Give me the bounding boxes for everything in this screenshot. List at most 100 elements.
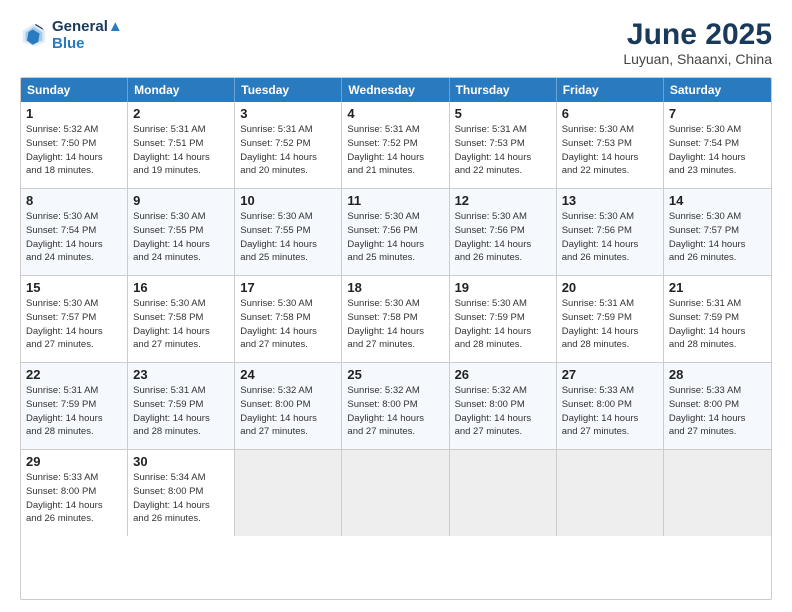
- week-row-5: 29 Sunrise: 5:33 AM Sunset: 8:00 PM Dayli…: [21, 450, 771, 536]
- day-number-5: 5: [455, 106, 551, 121]
- logo: General▲ Blue: [20, 18, 123, 52]
- day-info-22: Sunrise: 5:31 AM Sunset: 7:59 PM Dayligh…: [26, 384, 122, 439]
- logo-icon: [20, 21, 48, 49]
- cal-cell-5-3: [235, 450, 342, 536]
- day-info-26: Sunrise: 5:32 AM Sunset: 8:00 PM Dayligh…: [455, 384, 551, 439]
- day-info-8: Sunrise: 5:30 AM Sunset: 7:54 PM Dayligh…: [26, 210, 122, 265]
- cal-cell-1-6: 6 Sunrise: 5:30 AM Sunset: 7:53 PM Daylig…: [557, 102, 664, 188]
- day-info-13: Sunrise: 5:30 AM Sunset: 7:56 PM Dayligh…: [562, 210, 658, 265]
- day-number-15: 15: [26, 280, 122, 295]
- cal-cell-5-6: [557, 450, 664, 536]
- page: General▲ Blue June 2025 Luyuan, Shaanxi,…: [0, 0, 792, 612]
- day-info-7: Sunrise: 5:30 AM Sunset: 7:54 PM Dayligh…: [669, 123, 766, 178]
- day-number-12: 12: [455, 193, 551, 208]
- cal-cell-1-3: 3 Sunrise: 5:31 AM Sunset: 7:52 PM Daylig…: [235, 102, 342, 188]
- cal-cell-3-4: 18 Sunrise: 5:30 AM Sunset: 7:58 PM Dayli…: [342, 276, 449, 362]
- header-sunday: Sunday: [21, 78, 128, 102]
- day-number-7: 7: [669, 106, 766, 121]
- day-info-18: Sunrise: 5:30 AM Sunset: 7:58 PM Dayligh…: [347, 297, 443, 352]
- cal-cell-4-2: 23Sunrise: 5:31 AM Sunset: 7:59 PM Dayli…: [128, 363, 235, 449]
- day-number-21: 21: [669, 280, 766, 295]
- header-thursday: Thursday: [450, 78, 557, 102]
- day-info-6: Sunrise: 5:30 AM Sunset: 7:53 PM Dayligh…: [562, 123, 658, 178]
- header-saturday: Saturday: [664, 78, 771, 102]
- day-number-18: 18: [347, 280, 443, 295]
- cal-cell-3-1: 15 Sunrise: 5:30 AM Sunset: 7:57 PM Dayli…: [21, 276, 128, 362]
- header-wednesday: Wednesday: [342, 78, 449, 102]
- day-number-22: 22: [26, 367, 122, 382]
- day-info-15: Sunrise: 5:30 AM Sunset: 7:57 PM Dayligh…: [26, 297, 122, 352]
- day-info-10: Sunrise: 5:30 AM Sunset: 7:55 PM Dayligh…: [240, 210, 336, 265]
- day-info-16: Sunrise: 5:30 AM Sunset: 7:58 PM Dayligh…: [133, 297, 229, 352]
- day-info-20: Sunrise: 5:31 AM Sunset: 7:59 PM Dayligh…: [562, 297, 658, 352]
- calendar: Sunday Monday Tuesday Wednesday Thursday…: [20, 77, 772, 600]
- day-number-8: 8: [26, 193, 122, 208]
- cal-cell-1-5: 5 Sunrise: 5:31 AM Sunset: 7:53 PM Daylig…: [450, 102, 557, 188]
- day-info-28: Sunrise: 5:33 AM Sunset: 8:00 PM Dayligh…: [669, 384, 766, 439]
- day-number-28: 28: [669, 367, 766, 382]
- day-number-6: 6: [562, 106, 658, 121]
- cal-cell-4-1: 22 Sunrise: 5:31 AM Sunset: 7:59 PM Dayli…: [21, 363, 128, 449]
- day-number-26: 26: [455, 367, 551, 382]
- day-info-5: Sunrise: 5:31 AM Sunset: 7:53 PM Dayligh…: [455, 123, 551, 178]
- day-info-27: Sunrise: 5:33 AM Sunset: 8:00 PM Dayligh…: [562, 384, 658, 439]
- cal-cell-3-2: 16 Sunrise: 5:30 AM Sunset: 7:58 PM Dayli…: [128, 276, 235, 362]
- day-info-9: Sunrise: 5:30 AM Sunset: 7:55 PM Dayligh…: [133, 210, 229, 265]
- day-number-11: 11: [347, 193, 443, 208]
- cal-cell-1-7: 7 Sunrise: 5:30 AM Sunset: 7:54 PM Daylig…: [664, 102, 771, 188]
- calendar-header: Sunday Monday Tuesday Wednesday Thursday…: [21, 78, 771, 102]
- day-info-24: Sunrise: 5:32 AM Sunset: 8:00 PM Dayligh…: [240, 384, 336, 439]
- cal-cell-3-3: 17Sunrise: 5:30 AM Sunset: 7:58 PM Dayli…: [235, 276, 342, 362]
- cal-cell-2-5: 12 Sunrise: 5:30 AM Sunset: 7:56 PM Dayli…: [450, 189, 557, 275]
- day-number-4: 4: [347, 106, 443, 121]
- day-info-25: Sunrise: 5:32 AM Sunset: 8:00 PM Dayligh…: [347, 384, 443, 439]
- day-info-4: Sunrise: 5:31 AM Sunset: 7:52 PM Dayligh…: [347, 123, 443, 178]
- day-number-25: 25: [347, 367, 443, 382]
- cal-cell-3-5: 19Sunrise: 5:30 AM Sunset: 7:59 PM Dayli…: [450, 276, 557, 362]
- cal-cell-5-2: 30Sunrise: 5:34 AM Sunset: 8:00 PM Dayli…: [128, 450, 235, 536]
- cal-cell-4-5: 26 Sunrise: 5:32 AM Sunset: 8:00 PM Dayli…: [450, 363, 557, 449]
- header-tuesday: Tuesday: [235, 78, 342, 102]
- day-number-24: 24: [240, 367, 336, 382]
- cal-cell-2-2: 9 Sunrise: 5:30 AM Sunset: 7:55 PM Daylig…: [128, 189, 235, 275]
- week-row-3: 15 Sunrise: 5:30 AM Sunset: 7:57 PM Dayli…: [21, 276, 771, 363]
- cal-cell-4-3: 24 Sunrise: 5:32 AM Sunset: 8:00 PM Dayli…: [235, 363, 342, 449]
- day-info-12: Sunrise: 5:30 AM Sunset: 7:56 PM Dayligh…: [455, 210, 551, 265]
- day-number-23: 23: [133, 367, 229, 382]
- day-number-20: 20: [562, 280, 658, 295]
- day-number-16: 16: [133, 280, 229, 295]
- day-number-10: 10: [240, 193, 336, 208]
- cal-cell-1-2: 2Sunrise: 5:31 AM Sunset: 7:51 PM Daylig…: [128, 102, 235, 188]
- day-info-14: Sunrise: 5:30 AM Sunset: 7:57 PM Dayligh…: [669, 210, 766, 265]
- day-info-30: Sunrise: 5:34 AM Sunset: 8:00 PM Dayligh…: [133, 471, 229, 526]
- day-number-17: 17: [240, 280, 336, 295]
- cal-cell-3-7: 21 Sunrise: 5:31 AM Sunset: 7:59 PM Dayli…: [664, 276, 771, 362]
- day-info-21: Sunrise: 5:31 AM Sunset: 7:59 PM Dayligh…: [669, 297, 766, 352]
- cal-cell-2-1: 8 Sunrise: 5:30 AM Sunset: 7:54 PM Daylig…: [21, 189, 128, 275]
- cal-cell-4-4: 25 Sunrise: 5:32 AM Sunset: 8:00 PM Dayli…: [342, 363, 449, 449]
- day-info-1: Sunrise: 5:32 AM Sunset: 7:50 PM Dayligh…: [26, 123, 122, 178]
- header: General▲ Blue June 2025 Luyuan, Shaanxi,…: [20, 18, 772, 67]
- day-number-3: 3: [240, 106, 336, 121]
- cal-cell-5-7: [664, 450, 771, 536]
- day-number-29: 29: [26, 454, 122, 469]
- cal-cell-4-7: 28 Sunrise: 5:33 AM Sunset: 8:00 PM Dayli…: [664, 363, 771, 449]
- week-row-4: 22 Sunrise: 5:31 AM Sunset: 7:59 PM Dayli…: [21, 363, 771, 450]
- cal-cell-2-6: 13Sunrise: 5:30 AM Sunset: 7:56 PM Dayli…: [557, 189, 664, 275]
- day-info-19: Sunrise: 5:30 AM Sunset: 7:59 PM Dayligh…: [455, 297, 551, 352]
- cal-cell-2-7: 14 Sunrise: 5:30 AM Sunset: 7:57 PM Dayli…: [664, 189, 771, 275]
- cal-cell-3-6: 20 Sunrise: 5:31 AM Sunset: 7:59 PM Dayli…: [557, 276, 664, 362]
- cal-cell-5-5: [450, 450, 557, 536]
- cal-cell-2-3: 10 Sunrise: 5:30 AM Sunset: 7:55 PM Dayli…: [235, 189, 342, 275]
- day-info-11: Sunrise: 5:30 AM Sunset: 7:56 PM Dayligh…: [347, 210, 443, 265]
- day-info-29: Sunrise: 5:33 AM Sunset: 8:00 PM Dayligh…: [26, 471, 122, 526]
- main-title: June 2025: [623, 18, 772, 51]
- week-row-1: 1Sunrise: 5:32 AM Sunset: 7:50 PM Daylig…: [21, 102, 771, 189]
- day-info-3: Sunrise: 5:31 AM Sunset: 7:52 PM Dayligh…: [240, 123, 336, 178]
- subtitle: Luyuan, Shaanxi, China: [623, 51, 772, 67]
- day-number-27: 27: [562, 367, 658, 382]
- day-number-14: 14: [669, 193, 766, 208]
- cal-cell-4-6: 27 Sunrise: 5:33 AM Sunset: 8:00 PM Dayli…: [557, 363, 664, 449]
- calendar-body: 1Sunrise: 5:32 AM Sunset: 7:50 PM Daylig…: [21, 102, 771, 536]
- day-number-9: 9: [133, 193, 229, 208]
